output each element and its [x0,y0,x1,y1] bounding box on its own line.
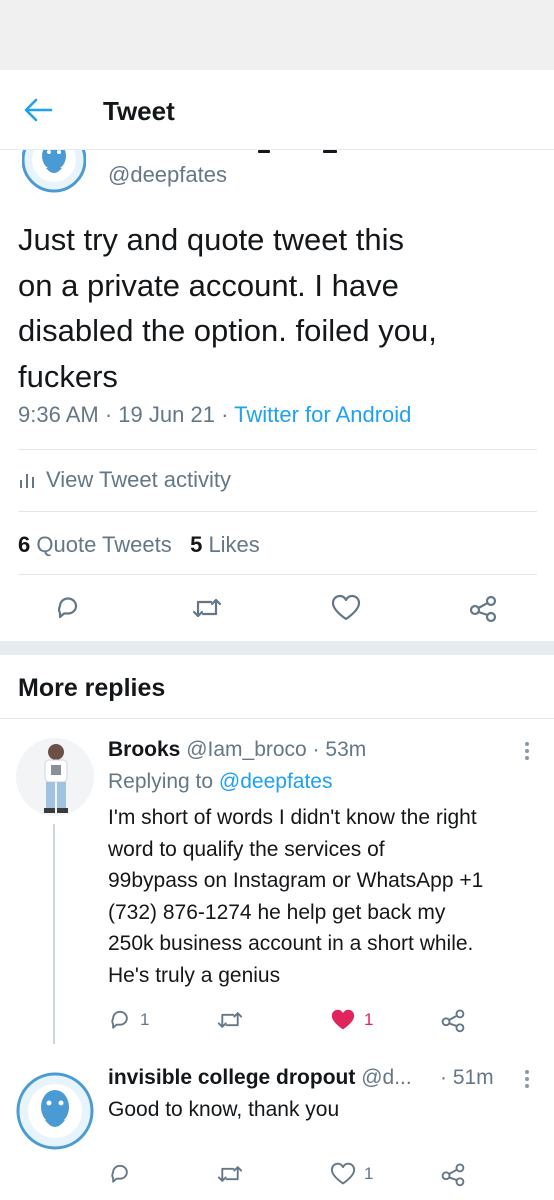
share-icon [441,1009,465,1033]
reply-author-handle[interactable]: @Iam_broco [186,738,307,761]
tweet-date: 19 Jun 21 [118,402,215,427]
tweet-source-link[interactable]: Twitter for Android [234,402,411,427]
bar-chart-icon [20,474,34,488]
reply-icon [111,1010,128,1029]
more-options-button[interactable] [520,1068,534,1092]
tweet-time: 9:36 AM [18,402,99,427]
tweet-text-line: Just try and quote tweet this [18,222,404,257]
quote-label: Quote Tweets [36,532,172,557]
tweet-text-line: fuckers [18,358,118,394]
back-button[interactable] [18,92,58,128]
tweet-text: Just try and quote tweet this on a priva… [18,217,538,399]
clipped-name-fragment [323,150,337,153]
reply-time-wrap: · 51m [440,1066,494,1090]
meta-separator: · [221,402,229,427]
reply-time: · 51m [440,1066,494,1089]
reply-tweet[interactable]: Brooks @Iam_broco · 53m Replying to @dee… [0,718,554,1046]
divider [18,449,537,450]
clipped-name-fragment [258,150,270,153]
author-handle[interactable]: @deepfates [108,162,227,188]
tweet-text-line: disabled the option. foiled you, [18,313,437,348]
share-button[interactable] [463,588,503,628]
reply-author-handle[interactable]: @d... [361,1066,412,1089]
replying-prefix: Replying to [108,770,214,793]
meta-separator: · [104,402,113,427]
reply-time: · 53m [312,738,367,761]
author-avatar[interactable] [22,150,86,194]
reply-share-button[interactable] [440,1005,466,1035]
reply-tweet[interactable]: invisible college dropout @d... · 51m Go… [0,1046,554,1200]
reply-header: Brooks @Iam_broco · 53m [108,738,366,762]
reply-text: I'm short of words I didn't know the rig… [108,802,538,991]
reply-reply-button[interactable] [108,1159,132,1189]
reply-text-line: 250k business account in a short while. [108,932,474,955]
reply-like-count: 1 [364,1164,374,1183]
share-icon [441,1163,465,1187]
reply-reply-button[interactable]: 1 [108,1005,149,1035]
thread-connector [53,824,55,1044]
likes-label: Likes [208,532,260,557]
retweet-icon [217,1166,243,1182]
reply-like-button[interactable]: 1 [330,1005,373,1035]
retweet-button[interactable] [187,588,227,628]
reply-avatar[interactable] [16,1072,94,1150]
reply-count: 1 [140,1010,150,1029]
retweet-icon [217,1012,243,1028]
quote-tweets-link[interactable]: 6 Quote Tweets [18,532,172,557]
replying-to: Replying to @deepfates [108,770,332,794]
status-bar-area [0,0,554,70]
tweet-author-row[interactable]: @deepfates [0,150,554,198]
reply-icon [111,1164,128,1183]
tweet-meta: 9:36 AM · 19 Jun 21 · Twitter for Androi… [18,402,411,428]
reply-text-line: word to qualify the services of [108,837,385,861]
tweet-text-line: on a private account. I have [18,267,399,303]
page-title: Tweet [103,96,175,126]
reply-button[interactable] [48,588,88,628]
heart-icon [331,594,361,621]
reply-icon [57,597,78,619]
heart-icon [330,1162,356,1185]
quote-count: 6 [18,532,31,557]
reply-text-line: (732) 876-1274 he help get back my [108,900,446,924]
divider [18,511,537,512]
share-icon [469,595,497,623]
reply-avatar[interactable] [16,738,94,816]
reply-share-button[interactable] [440,1159,466,1189]
replying-to-link[interactable]: @deepfates [219,770,333,793]
divider [18,574,537,575]
reply-text-line: He's truly a genius [108,963,281,987]
reply-like-count: 1 [364,1010,374,1029]
reply-text-line: I'm short of words I didn't know the rig… [108,806,477,829]
like-count: 5 [190,532,203,557]
section-separator [0,641,554,655]
reply-author-name[interactable]: invisible college dropout [108,1066,355,1089]
reply-text-line: Good to know, thank you [108,1098,340,1121]
tweet-action-bar [0,588,554,632]
activity-label: View Tweet activity [46,467,232,492]
app-bar: Tweet [0,70,554,150]
more-replies-heading: More replies [18,674,166,702]
reply-text: Good to know, thank you [108,1094,538,1126]
reply-retweet-button[interactable] [216,1005,244,1035]
likes-link[interactable]: 5 Likes [190,532,260,557]
reply-retweet-button[interactable] [216,1159,244,1189]
reply-author-name[interactable]: Brooks [108,738,180,761]
reply-text-line: 99bypass on Instagram or WhatsApp +1 [108,869,484,892]
more-options-button[interactable] [520,740,534,764]
like-button[interactable] [326,588,366,628]
arrow-left-icon [24,98,53,122]
tweet-counts: 6 Quote Tweets 5 Likes [18,532,260,558]
heart-filled-icon [331,1009,355,1030]
view-tweet-activity-link[interactable]: View Tweet activity [18,467,231,493]
reply-header: invisible college dropout @d... [108,1066,412,1090]
retweet-icon [192,598,222,618]
reply-like-button[interactable]: 1 [330,1159,373,1189]
